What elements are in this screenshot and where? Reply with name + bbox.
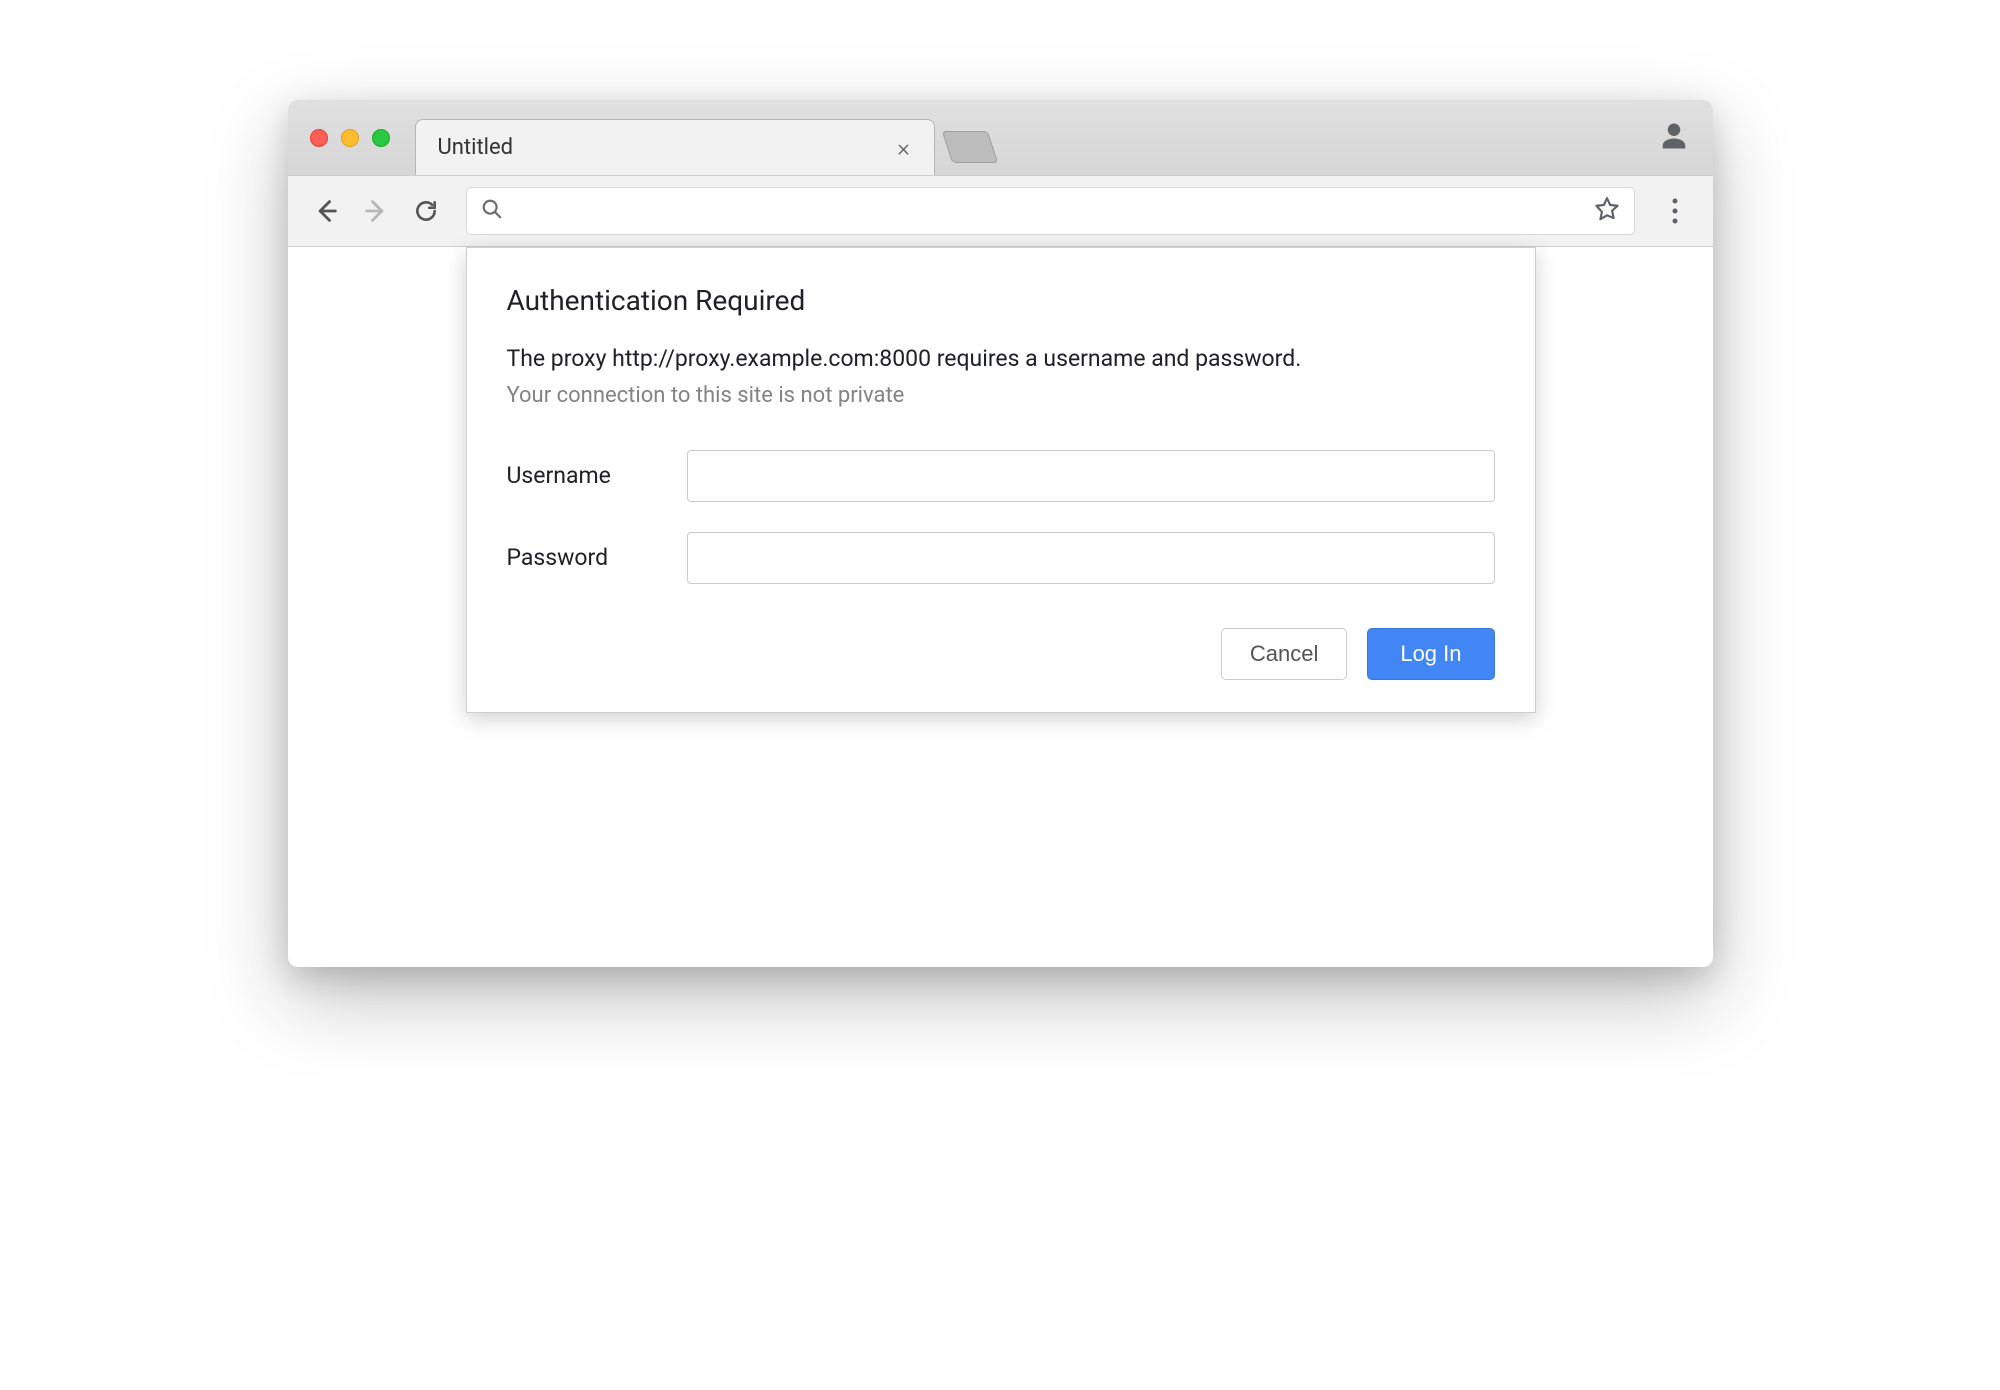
address-bar[interactable] [466, 187, 1635, 235]
window-controls [288, 129, 390, 147]
dialog-message: The proxy http://proxy.example.com:8000 … [507, 341, 1495, 377]
login-button[interactable]: Log In [1367, 628, 1494, 680]
content-area: Authentication Required The proxy http:/… [288, 247, 1713, 967]
cancel-button[interactable]: Cancel [1221, 628, 1347, 680]
close-window-button[interactable] [310, 129, 328, 147]
search-icon [481, 198, 503, 224]
password-row: Password [507, 532, 1495, 584]
username-label: Username [507, 462, 687, 489]
tab-active[interactable]: Untitled × [415, 119, 935, 175]
password-field[interactable] [687, 532, 1495, 584]
password-label: Password [507, 544, 687, 571]
minimize-window-button[interactable] [341, 129, 359, 147]
new-tab-button[interactable] [941, 131, 997, 163]
username-field[interactable] [687, 450, 1495, 502]
auth-dialog: Authentication Required The proxy http:/… [466, 247, 1536, 713]
username-row: Username [507, 450, 1495, 502]
account-icon[interactable] [1659, 121, 1689, 155]
address-input[interactable] [513, 200, 1594, 223]
back-button[interactable] [306, 191, 346, 231]
dialog-title: Authentication Required [507, 284, 1495, 317]
close-tab-icon[interactable]: × [892, 134, 916, 162]
tab-title: Untitled [438, 135, 892, 160]
toolbar [288, 175, 1713, 247]
forward-button[interactable] [356, 191, 396, 231]
dialog-warning: Your connection to this site is not priv… [507, 383, 1495, 408]
tabs-strip: Untitled × [415, 100, 993, 175]
maximize-window-button[interactable] [372, 129, 390, 147]
browser-window: Untitled × [288, 100, 1713, 967]
titlebar: Untitled × [288, 100, 1713, 175]
reload-button[interactable] [406, 191, 446, 231]
bookmark-star-icon[interactable] [1594, 196, 1620, 226]
menu-button[interactable] [1655, 191, 1695, 231]
dialog-buttons: Cancel Log In [507, 628, 1495, 680]
